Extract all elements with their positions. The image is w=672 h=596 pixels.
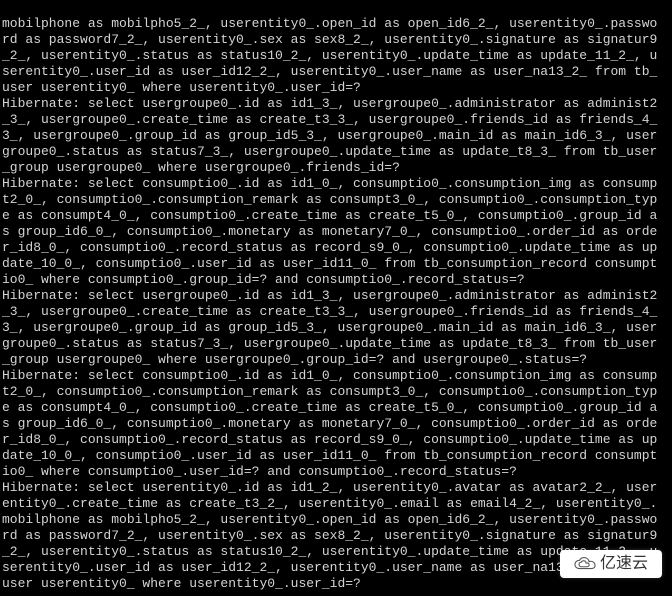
log-line: Hibernate: select consumptio0_.id as id1… [0, 368, 672, 384]
log-line: _3_, usergroupe0_.create_time as create_… [0, 112, 672, 128]
log-line: Hibernate: select consumptio0_.id as id1… [0, 176, 672, 192]
log-line: Hibernate: select usergroupe0_.id as id1… [0, 96, 672, 112]
log-line: mobilphone as mobilpho5_2_, userentity0_… [0, 16, 672, 32]
log-line: serentity0_.user_id as user_id12_2_, use… [0, 64, 672, 80]
log-line: entity0_.create_time as create_t3_2_, us… [0, 496, 672, 512]
log-line: Hibernate: select userentity0_.id as id1… [0, 480, 672, 496]
log-line: _2_, userentity0_.status as status10_2_,… [0, 48, 672, 64]
log-line: e as consumpt4_0_, consumptio0_.create_t… [0, 400, 672, 416]
log-line: Hibernate: select usergroupe0_.id as id1… [0, 288, 672, 304]
log-line: _3_, usergroupe0_.create_time as create_… [0, 304, 672, 320]
log-line: t2_0_, consumptio0_.consumption_remark a… [0, 384, 672, 400]
log-line: date_10_0_, consumptio0_.user_id as user… [0, 448, 672, 464]
cloud-icon [574, 556, 596, 572]
log-line: _group usergroupe0_ where usergroupe0_.g… [0, 352, 672, 368]
log-line: t2_0_, consumptio0_.consumption_remark a… [0, 192, 672, 208]
log-line: _group usergroupe0_ where usergroupe0_.f… [0, 160, 672, 176]
watermark-badge: 亿速云 [560, 550, 662, 578]
log-line: io0_ where consumptio0_.group_id=? and c… [0, 272, 672, 288]
log-line: rd as password7_2_, userentity0_.sex as … [0, 32, 672, 48]
log-line: io0_ where consumptio0_.user_id=? and co… [0, 464, 672, 480]
log-line: rd as password7_2_, userentity0_.sex as … [0, 528, 672, 544]
log-line: groupe0_.status as status7_3_, usergroup… [0, 336, 672, 352]
log-line: user userentity0_ where userentity0_.use… [0, 80, 672, 96]
terminal-output[interactable]: mobilphone as mobilpho5_2_, userentity0_… [0, 0, 672, 596]
log-line: date_10_0_, consumptio0_.user_id as user… [0, 256, 672, 272]
log-line: 3_, usergroupe0_.group_id as group_id5_3… [0, 128, 672, 144]
log-line: s group_id6_0_, consumptio0_.monetary as… [0, 416, 672, 432]
log-line: user userentity0_ where userentity0_.use… [0, 576, 672, 592]
log-line: e as consumpt4_0_, consumptio0_.create_t… [0, 208, 672, 224]
log-line: s group_id6_0_, consumptio0_.monetary as… [0, 224, 672, 240]
log-line: r_id8_0_, consumptio0_.record_status as … [0, 240, 672, 256]
watermark-text: 亿速云 [600, 556, 648, 572]
log-line: 3_, usergroupe0_.group_id as group_id5_3… [0, 320, 672, 336]
log-line: groupe0_.status as status7_3_, usergroup… [0, 144, 672, 160]
log-line: r_id8_0_, consumptio0_.record_status as … [0, 432, 672, 448]
log-line: mobilphone as mobilpho5_2_, userentity0_… [0, 512, 672, 528]
